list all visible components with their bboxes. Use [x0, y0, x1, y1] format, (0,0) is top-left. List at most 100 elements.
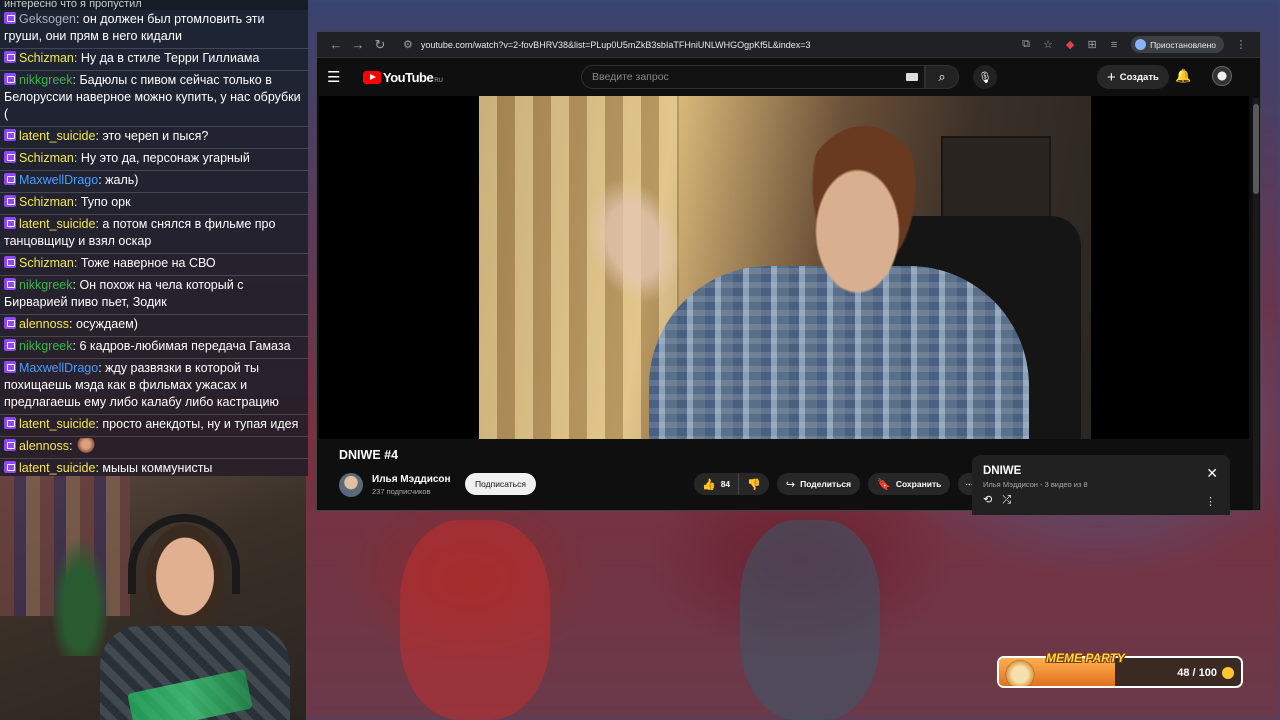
channel-subscribers: 237 подписчиков [372, 487, 431, 496]
subscriber-badge-icon [4, 195, 16, 207]
search-placeholder: Введите запрос [592, 71, 669, 83]
keyboard-icon[interactable] [906, 73, 918, 81]
subscribe-button[interactable]: Подписаться [465, 473, 536, 495]
chat-username[interactable]: latent_suicide [19, 217, 95, 231]
like-dislike-group: 👍 84 👎 [694, 473, 769, 495]
share-button[interactable]: ↪ Поделиться [776, 473, 861, 495]
chat-message: nikkgreek: Он похож на чела который с Би… [0, 276, 308, 315]
back-button[interactable]: ← [325, 37, 347, 52]
shuffle-icon[interactable]: ⤮ [1002, 494, 1021, 506]
reload-button[interactable]: ↻ [369, 37, 391, 53]
subscriber-badge-icon [4, 217, 16, 229]
browser-menu-icon[interactable]: ⋮ [1230, 38, 1252, 51]
face-emote-icon [76, 438, 97, 454]
channel-avatar[interactable] [339, 473, 363, 497]
search-button[interactable]: ⌕ [925, 65, 959, 89]
save-button[interactable]: 🔖 Сохранить [868, 473, 951, 495]
meme-party-count: 48 / 100 [1177, 667, 1217, 679]
forward-button[interactable]: → [347, 37, 369, 52]
chat-username[interactable]: Schizman [19, 256, 74, 270]
dislike-button[interactable]: 👎 [739, 473, 769, 495]
owner-row: Илья Мэддисон 237 подписчиков Подписатьс… [339, 470, 981, 500]
chat-username[interactable]: MaxwellDrago [19, 173, 98, 187]
chat-username[interactable]: nikkgreek [19, 278, 73, 292]
create-button[interactable]: + Создать [1097, 65, 1169, 89]
chat-username[interactable]: Schizman [19, 195, 74, 209]
extension-icon[interactable]: ◆ [1059, 38, 1081, 51]
subscriber-badge-icon [4, 439, 16, 451]
chat-message: latent_suicide: мыыы коммунисты [0, 459, 308, 476]
video-frame[interactable] [479, 96, 1091, 439]
loop-icon[interactable]: ⟲ [983, 494, 1002, 506]
chat-message: Geksogen: он должен был ртомловить эти г… [0, 10, 308, 49]
thumbs-up-icon: 👍 [702, 478, 716, 491]
youtube-logo-word: YouTube [383, 69, 434, 85]
chat-username[interactable]: Geksogen [19, 12, 76, 26]
playlist-menu-icon[interactable]: ⋮ [1205, 495, 1216, 508]
chat-username[interactable]: nikkgreek [19, 73, 73, 87]
video-player[interactable] [319, 96, 1249, 439]
extensions-puzzle-icon[interactable]: ⊞ [1081, 38, 1103, 51]
chat-message: alennoss: [0, 437, 308, 459]
meme-party-title: MEME PARTY [1046, 651, 1125, 665]
like-button[interactable]: 👍 84 [694, 473, 740, 495]
chat-text: : 6 кадров-любимая передача Гамаза [72, 339, 291, 353]
chat-message: MaxwellDrago: жаль) [0, 171, 308, 193]
chat-message: Schizman: Тупо орк [0, 193, 308, 215]
chat-message: latent_suicide: это череп и пыся? [0, 127, 308, 149]
notifications-bell-icon[interactable]: 🔔 [1175, 68, 1191, 84]
browser-window: ← → ↻ ⚙ youtube.com/watch?v=2-fovBHRV38&… [316, 31, 1261, 515]
channel-info: Илья Мэддисон 237 подписчиков [372, 474, 451, 496]
chat-username[interactable]: latent_suicide [19, 417, 95, 431]
bookmark-star-icon[interactable]: ☆ [1037, 38, 1059, 51]
youtube-play-icon [363, 70, 381, 84]
doge-icon [1003, 659, 1037, 686]
subscriber-badge-icon [4, 461, 16, 473]
chat-username[interactable]: Schizman [19, 51, 74, 65]
chat-username[interactable]: latent_suicide [19, 129, 95, 143]
chat-text: : мыыы коммунисты [95, 461, 213, 475]
playlist-controls: ⟲⤮ [983, 493, 1219, 507]
chat-top-fragment: интересно что я пропустил [0, 0, 308, 10]
thumbs-down-icon: 👎 [747, 478, 761, 491]
close-icon[interactable]: ✕ [1206, 465, 1218, 482]
scrollbar-thumb[interactable] [1253, 104, 1259, 194]
address-bar[interactable]: ⚙ youtube.com/watch?v=2-fovBHRV38&list=P… [397, 34, 1016, 55]
youtube-logo[interactable]: YouTube RU [363, 70, 443, 85]
chat-username[interactable]: alennoss [19, 317, 69, 331]
chat-text: : Ну да в стиле Терри Гиллиама [73, 51, 260, 65]
chat-message: alennoss: осуждаем) [0, 315, 308, 337]
youtube-header: ☰ YouTube RU Введите запрос ⌕ 🎙 + Создат… [317, 58, 1260, 96]
save-label: Сохранить [895, 479, 942, 489]
headset-icon [128, 514, 240, 594]
chat-username[interactable]: latent_suicide [19, 461, 95, 475]
install-app-icon[interactable]: ⧉ [1015, 38, 1037, 51]
stream-chat: интересно что я пропустил Geksogen: он д… [0, 0, 308, 476]
share-label: Поделиться [800, 479, 852, 489]
chat-username[interactable]: alennoss [19, 439, 69, 453]
christmas-tree [50, 536, 110, 656]
mic-icon: 🎙 [978, 71, 992, 84]
profile-button[interactable]: Приостановлено [1131, 36, 1224, 53]
media-control-icon[interactable]: ≡ [1103, 39, 1125, 51]
chat-message: nikkgreek: 6 кадров-любимая передача Гам… [0, 337, 308, 359]
chat-username[interactable]: Schizman [19, 151, 74, 165]
browser-toolbar: ← → ↻ ⚙ youtube.com/watch?v=2-fovBHRV38&… [317, 32, 1260, 58]
chat-message: Schizman: Тоже наверное на СВО [0, 254, 308, 276]
video-title: DNIWE #4 [339, 448, 399, 462]
chat-text: : Тоже наверное на СВО [73, 256, 216, 270]
chat-message: Schizman: Ну да в стиле Терри Гиллиама [0, 49, 308, 71]
page-scrollbar[interactable] [1253, 98, 1259, 510]
playlist-title[interactable]: DNIWE [983, 465, 1219, 477]
chat-username[interactable]: nikkgreek [19, 339, 73, 353]
url-text: youtube.com/watch?v=2-fovBHRV38&list=PLu… [420, 39, 811, 50]
subscriber-badge-icon [4, 278, 16, 290]
voice-search-button[interactable]: 🎙 [973, 65, 997, 89]
channel-name[interactable]: Илья Мэддисон [372, 474, 451, 485]
subscriber-badge-icon [4, 317, 16, 329]
site-settings-icon[interactable]: ⚙ [403, 38, 413, 51]
search-input[interactable]: Введите запрос [581, 65, 925, 89]
chat-username[interactable]: MaxwellDrago [19, 361, 98, 375]
menu-hamburger-icon[interactable]: ☰ [327, 68, 355, 86]
account-avatar[interactable] [1212, 66, 1232, 86]
